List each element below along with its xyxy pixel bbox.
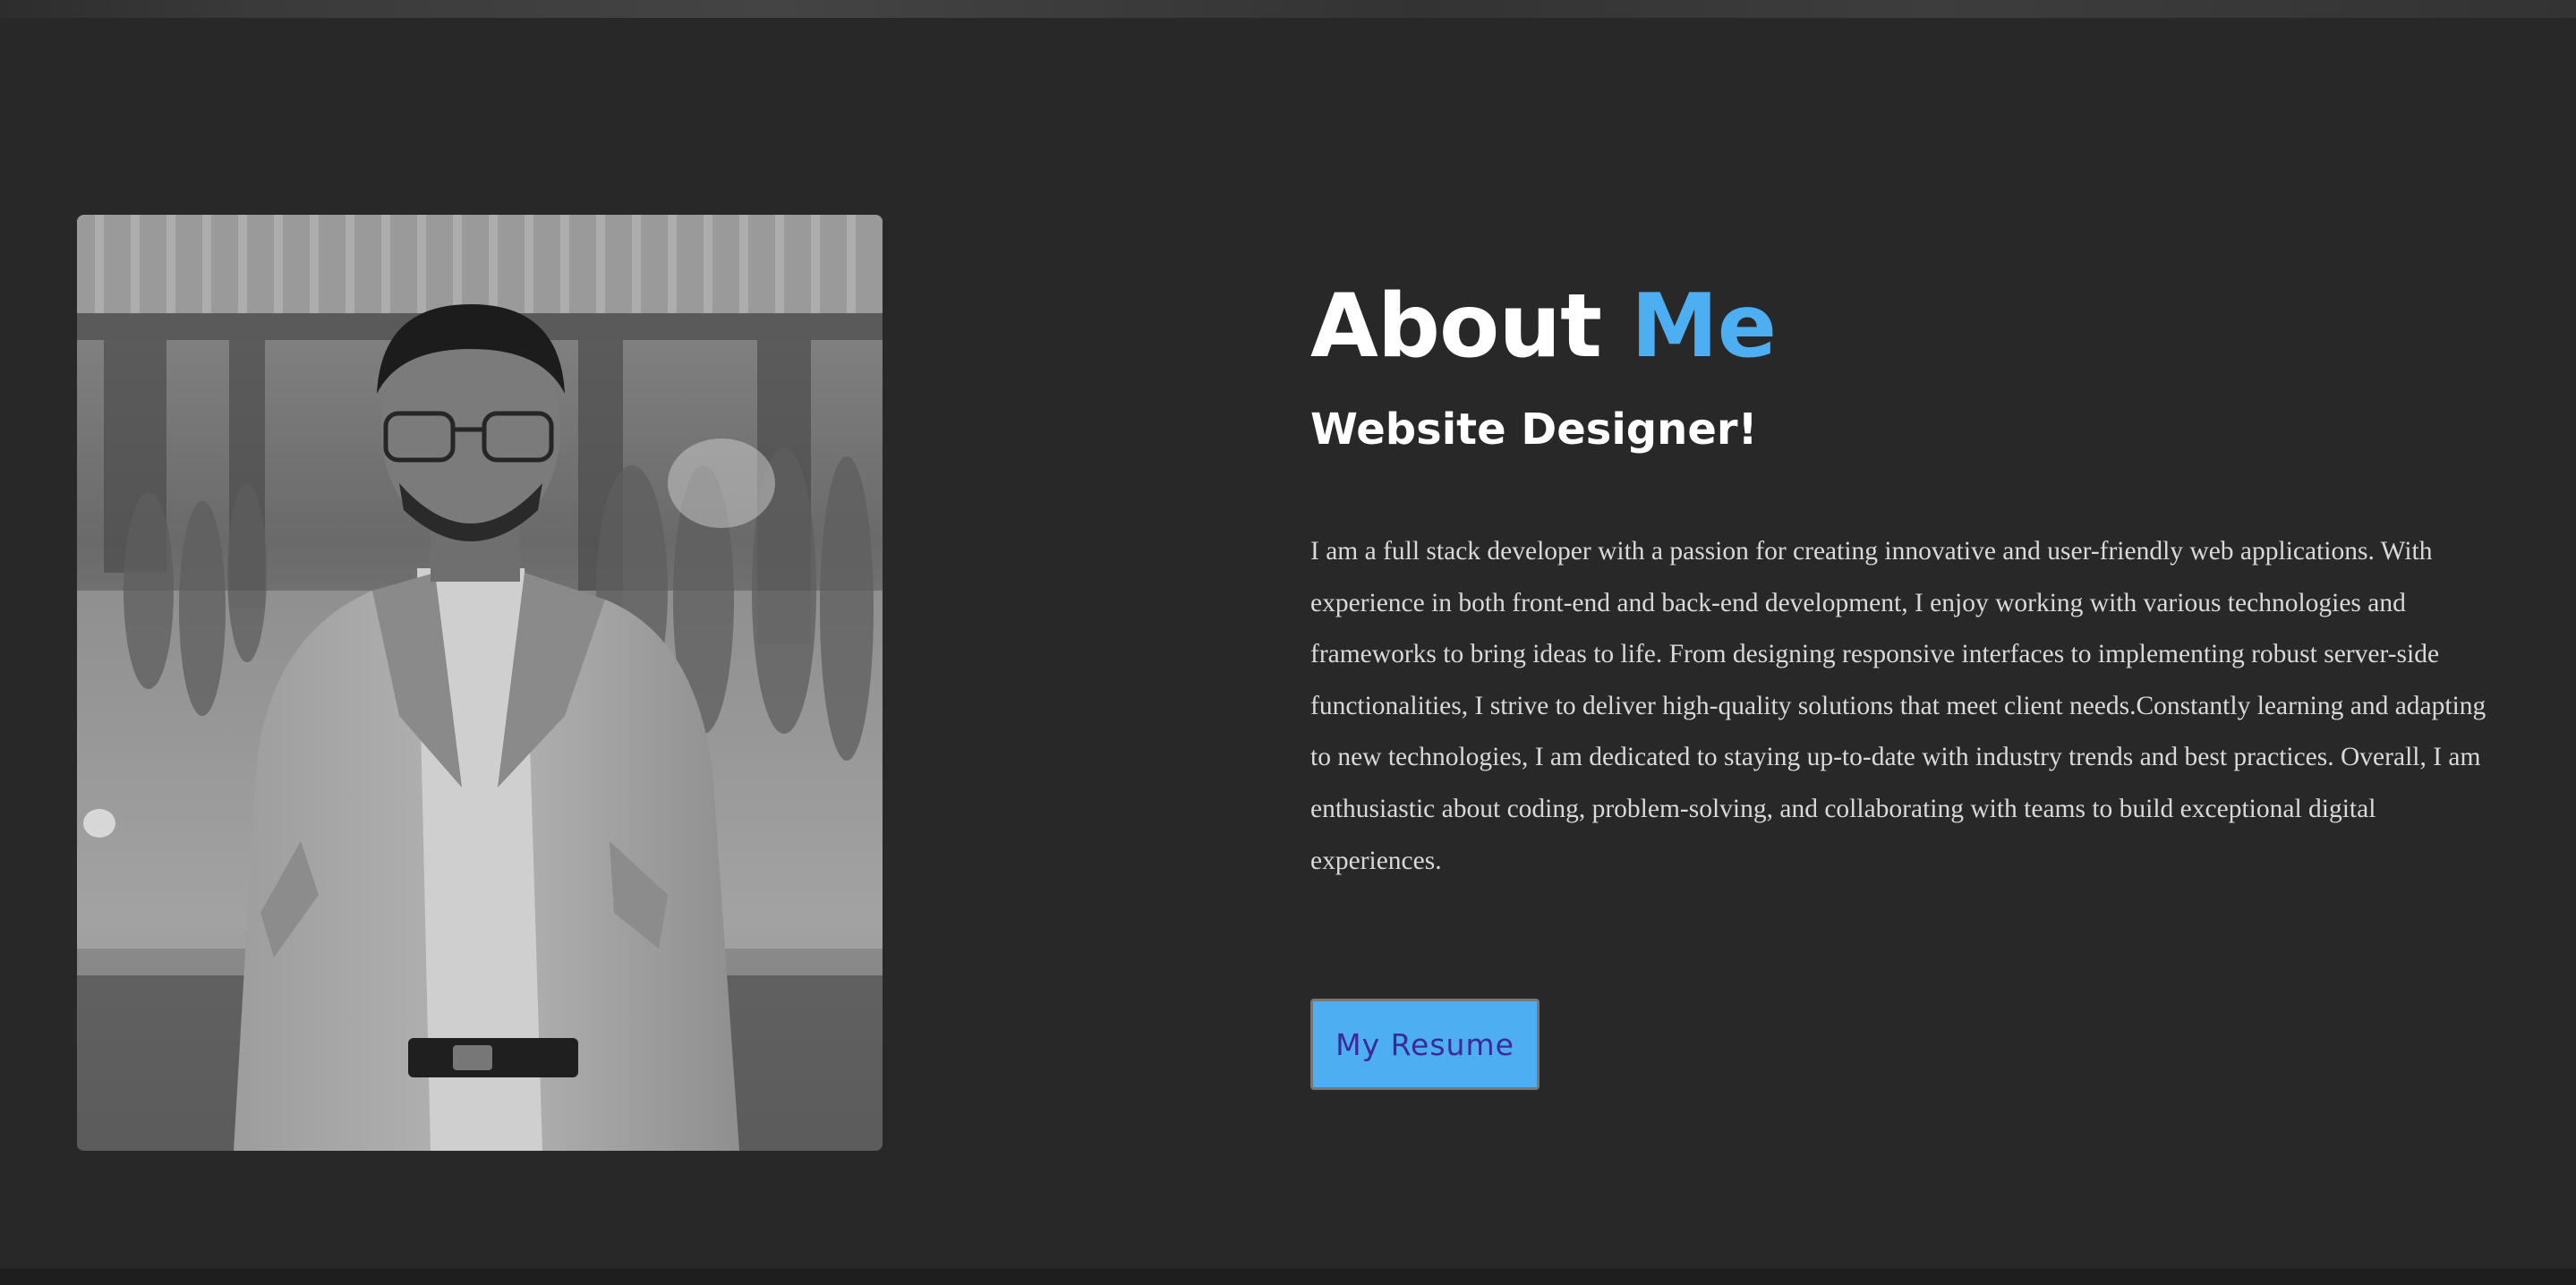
about-paragraph: I am a full stack developer with a passi…	[1310, 537, 2486, 875]
next-section-edge	[0, 1269, 2576, 1285]
role-subtitle: Website Designer!	[1310, 404, 1758, 455]
profile-photo	[77, 215, 883, 1151]
about-title-main: About	[1310, 276, 1602, 378]
about-content: About Me Website Designer! I am a full s…	[1310, 268, 2510, 887]
my-resume-button[interactable]: My Resume	[1310, 999, 1540, 1090]
about-title-accent: Me	[1631, 276, 1777, 378]
about-section: About Me Website Designer! I am a full s…	[0, 0, 2576, 1285]
profile-photo-illustration	[77, 215, 883, 1151]
about-title: About Me	[1310, 268, 2510, 385]
previous-section-edge	[0, 0, 2576, 18]
